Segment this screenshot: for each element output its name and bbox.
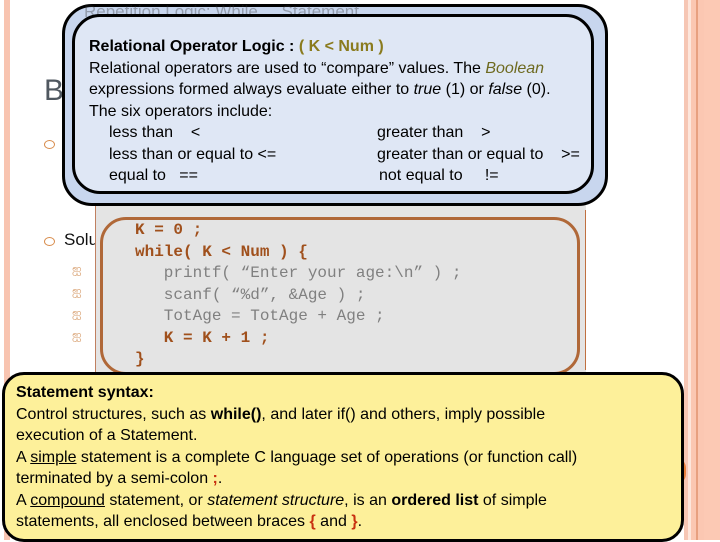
relational-text: Relational Operator Logic : ( K < Num ) … xyxy=(89,36,599,122)
statement-text: Statement syntax: Control structures, su… xyxy=(16,384,578,530)
relational-expr: ( K < Num ) xyxy=(298,38,384,55)
solution-label: Solu xyxy=(64,230,99,249)
structure-term: statement structure xyxy=(207,491,345,509)
divider xyxy=(95,200,96,375)
relational-title: Relational Operator Logic : xyxy=(89,38,299,55)
text: (1) or xyxy=(441,81,489,98)
bullet-icon xyxy=(44,140,55,149)
while-term: while() xyxy=(210,405,262,423)
bullet-icon xyxy=(44,237,55,246)
divider xyxy=(585,210,586,370)
code-line: K = 0 ; xyxy=(135,221,203,239)
simple-term: simple xyxy=(30,448,77,466)
operator-greater-than: greater than > xyxy=(377,124,491,141)
code-line: K = K + 1 ; xyxy=(135,328,270,347)
slide-title-fragment: B xyxy=(44,74,65,107)
sub-bullet-icon: ஐ xyxy=(72,328,82,342)
code-line: scanf( “%d”, &Age ) ; xyxy=(135,285,366,304)
ordered-list-term: ordered list xyxy=(391,491,479,509)
code-block: K = 0 ; while( K < Num ) { printf( “Ente… xyxy=(135,220,461,371)
code-line: TotAge = TotAge + Age ; xyxy=(135,307,385,325)
boolean-term: Boolean xyxy=(485,59,545,77)
operator-less-equal: less than or equal to <= xyxy=(109,145,277,163)
true-term: true xyxy=(413,81,442,98)
code-line: while( K < Num ) { xyxy=(135,242,308,261)
operator-greater-equal: greater than or equal to >= xyxy=(377,145,580,163)
operator-not-equal: not equal to != xyxy=(379,167,499,184)
text: (0). xyxy=(522,81,551,98)
right-decor-border xyxy=(684,0,720,540)
sub-bullet-icon: ஐ xyxy=(72,306,82,320)
text: expressions formed always evaluate eithe… xyxy=(89,81,414,98)
sub-bullet-icon: ஐ xyxy=(72,284,82,298)
sub-bullet-icon: ஐ xyxy=(72,262,82,276)
code-line: printf( “Enter your age:\n” ) ; xyxy=(135,264,462,282)
text: The six operators include: xyxy=(89,102,273,120)
text: Relational operators are used to “compar… xyxy=(89,59,486,77)
operator-less-than: less than < xyxy=(109,124,201,141)
code-line: } xyxy=(135,350,145,368)
operator-equal: equal to == xyxy=(109,167,198,184)
compound-term: compound xyxy=(30,491,105,509)
statement-title: Statement syntax: xyxy=(16,384,154,401)
false-term: false xyxy=(488,81,523,98)
